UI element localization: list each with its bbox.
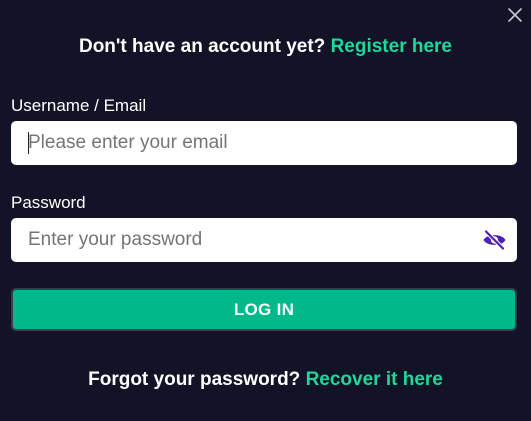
password-label: Password — [11, 193, 86, 212]
register-link[interactable]: Register here — [331, 36, 452, 57]
forgot-password-line: Forgot your password? Recover it here — [0, 367, 531, 393]
email-input[interactable] — [11, 121, 517, 165]
close-button[interactable] — [506, 6, 524, 24]
recover-password-link[interactable]: Recover it here — [306, 369, 443, 390]
password-field-wrapper — [11, 218, 517, 262]
forgot-password-text: Forgot your password? — [88, 369, 301, 390]
register-prompt-text: Don't have an account yet? — [78, 36, 326, 57]
login-button[interactable]: LOG IN — [11, 288, 517, 331]
password-input[interactable] — [11, 218, 517, 262]
username-label: Username / Email — [11, 96, 147, 115]
text-caret — [28, 132, 29, 154]
password-visibility-toggle[interactable] — [482, 228, 507, 252]
email-field-wrapper — [11, 121, 517, 165]
eye-off-icon — [483, 229, 506, 251]
register-prompt-line: Don't have an account yet? Register here — [0, 34, 531, 60]
close-icon — [508, 8, 522, 22]
